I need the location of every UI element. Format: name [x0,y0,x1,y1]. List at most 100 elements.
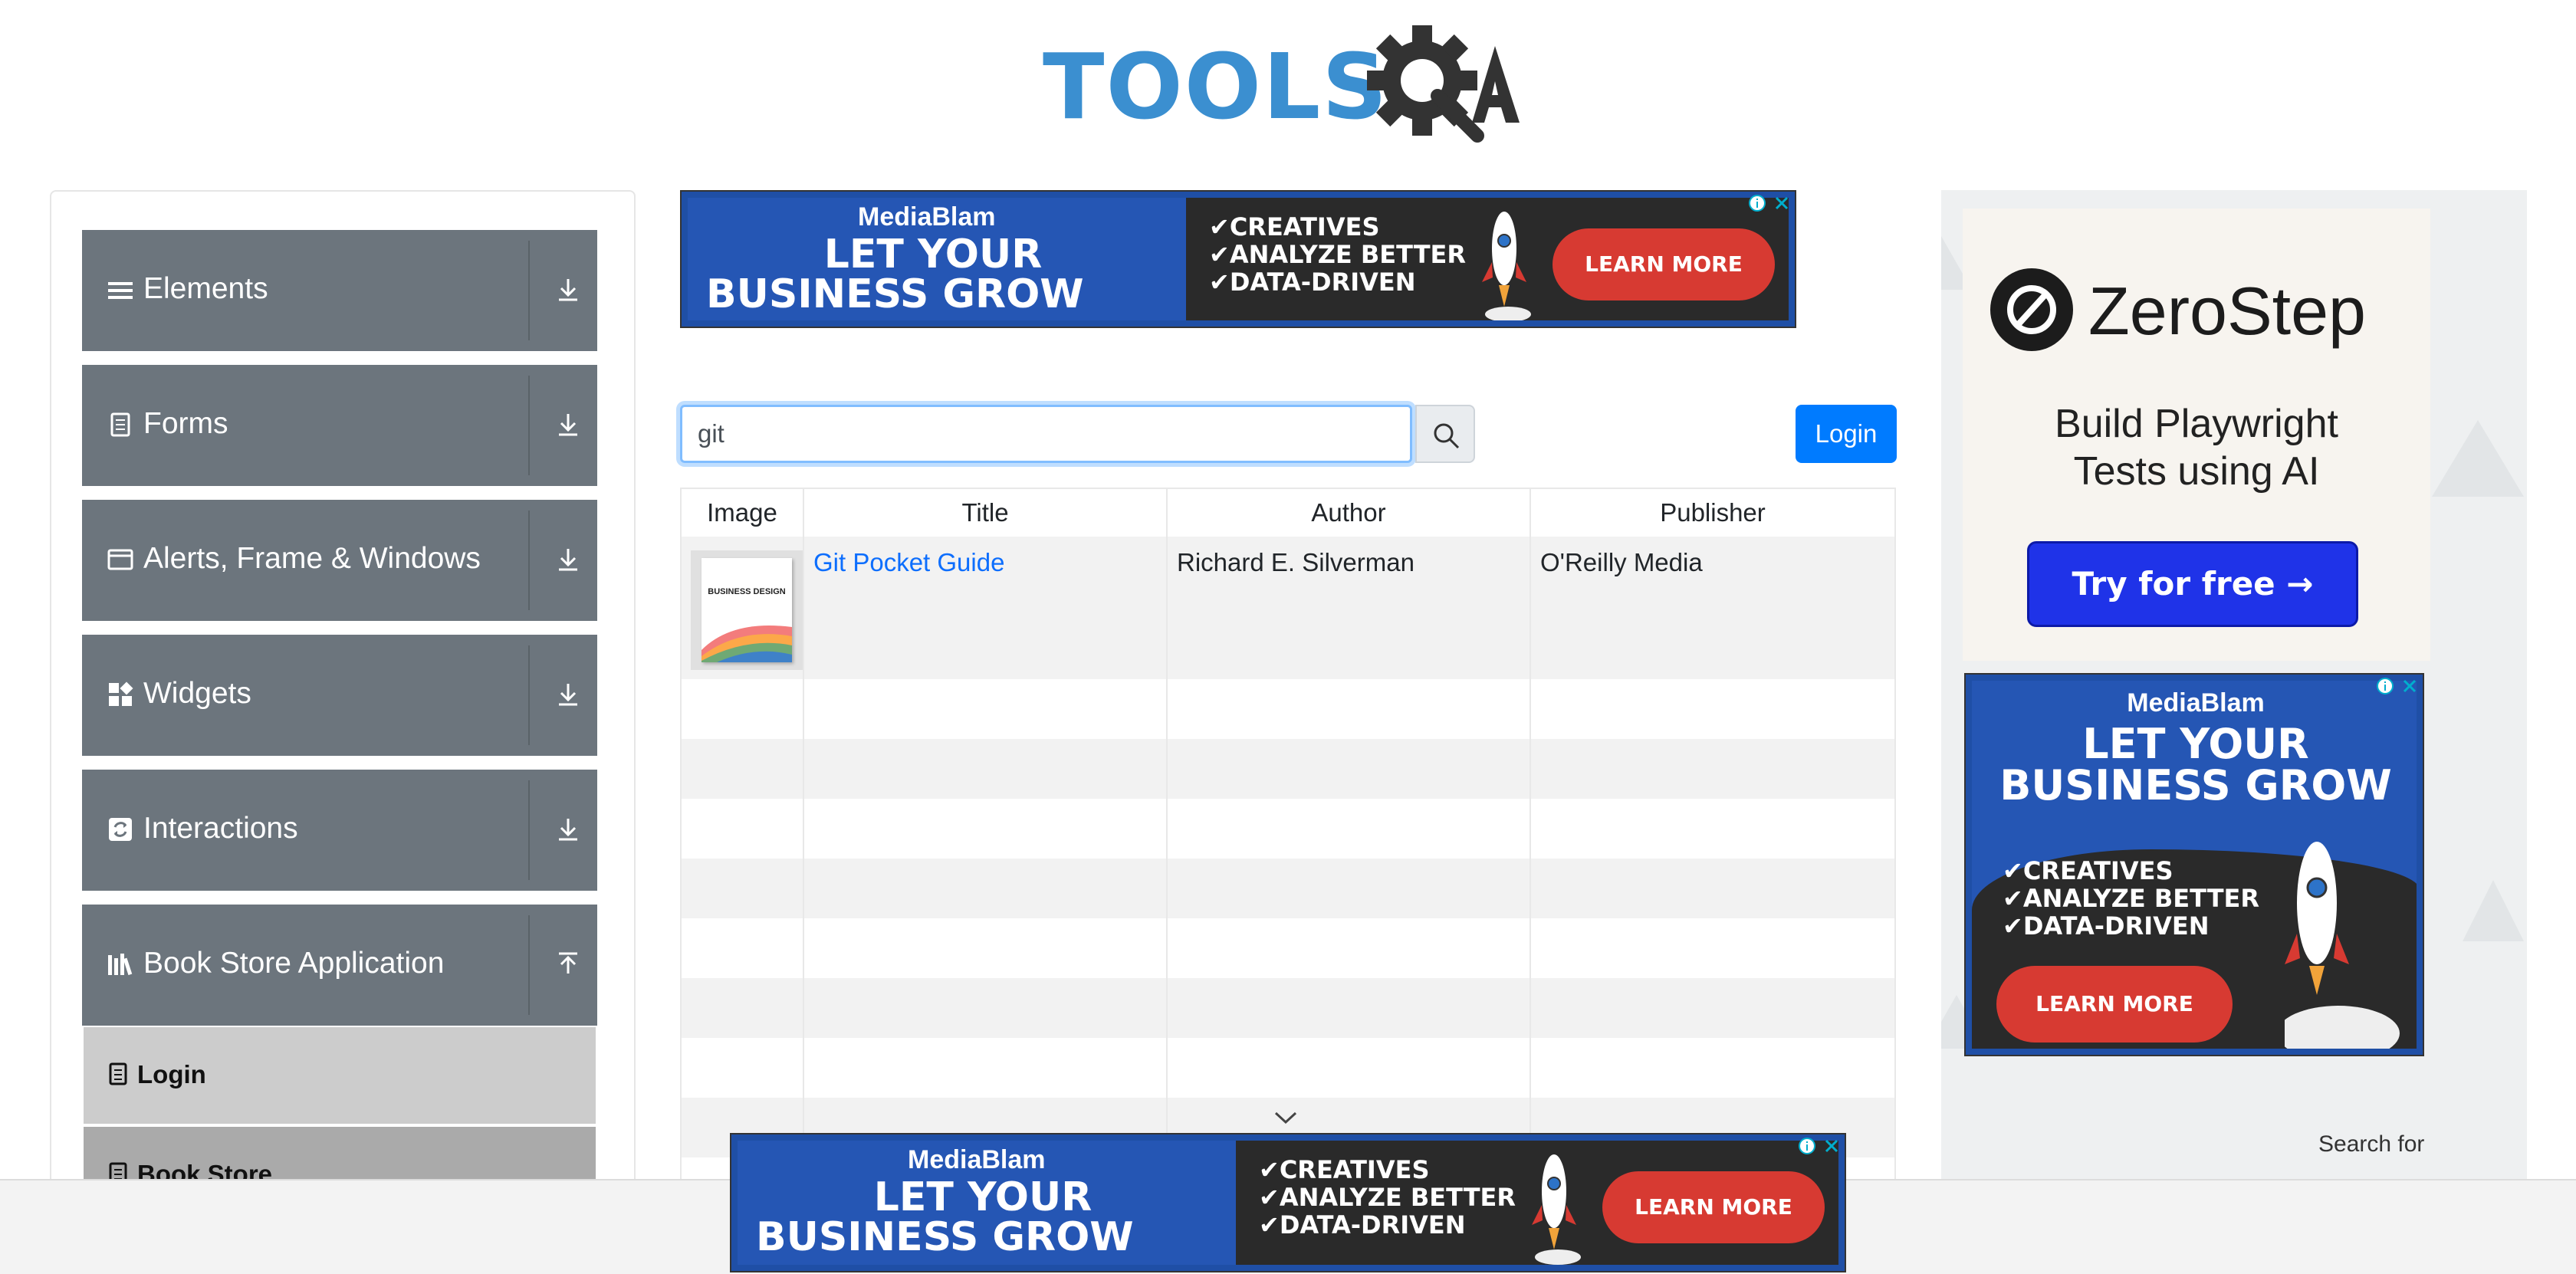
top-banner-ad[interactable]: MediaBlam LET YOUR BUSINESS GROW ✔CREATI… [680,190,1796,328]
ad-bullet: ✔DATA-DRIVEN [2003,911,2210,941]
download-arrow-icon [559,684,577,706]
zerostep-ad[interactable]: ZeroStep Build Playwright Tests using AI… [1963,209,2430,661]
ad-body: MediaBlam LET YOUR BUSINESS GROW ✔CREATI… [688,198,1789,320]
group-divider [528,780,530,880]
ad-close-icon[interactable] [1772,193,1792,213]
sidebar-group-label: Alerts, Frame & Windows [143,542,481,575]
sidebar-group-book-store-application[interactable]: Book Store Application [82,905,597,1026]
download-arrow-icon [559,279,577,301]
rocket-icon [2285,842,2400,1049]
ad-bullets: ✔CREATIVES ✔ANALYZE BETTER ✔DATA-DRIVEN [1259,1156,1516,1239]
sidebar-group-alerts-frame-windows[interactable]: Alerts, Frame & Windows [82,500,597,621]
ad-bullets: ✔CREATIVES ✔ANALYZE BETTER ✔DATA-DRIVEN [1209,213,1466,296]
ad-headline-1: LET YOUR [823,231,1043,277]
ad-learn-more-button[interactable]: LEARN MORE [1552,228,1775,300]
zerostep-tagline: Build Playwright Tests using AI [1963,400,2430,495]
column-header-author[interactable]: Author [1168,489,1531,537]
table-row-empty [682,978,1894,1038]
ad-close-icon[interactable] [1822,1136,1842,1156]
rocket-icon [1482,212,1531,320]
group-divider [528,915,530,1015]
ad-body: MediaBlam LET YOUR BUSINESS GROW ✔CREATI… [738,1141,1838,1265]
ad-brand: MediaBlam [908,1145,1046,1174]
download-arrow-icon [559,819,577,841]
group-divider [528,645,530,745]
zerostep-tagline-line: Tests using AI [2073,449,2320,494]
book-author-cell: Richard E. Silverman [1177,548,1414,576]
hamburger-icon [108,282,133,299]
ad-learn-more-button[interactable]: LEARN MORE [1602,1171,1825,1243]
ad-bullet: ✔ANALYZE BETTER [1259,1183,1516,1212]
download-arrow-icon [559,549,577,571]
table-row-empty [682,859,1894,918]
ad-info-icon[interactable] [1747,193,1767,213]
rocket-icon [1532,1154,1581,1265]
table-row: BUSINESS DESIGN Git Pocket Guide Richard… [682,537,1894,679]
widgets-icon [109,681,133,706]
toolsqa-logo[interactable]: TOOLS [1043,23,1541,143]
ad-learn-more-button[interactable]: LEARN MORE [1996,966,2233,1043]
sidebar-group-label: Widgets [143,677,251,710]
ad-headline-1: LET YOUR [873,1174,1092,1220]
login-button[interactable]: Login [1796,405,1897,463]
ad-bullet: ✔CREATIVES [1259,1155,1430,1184]
group-divider [528,241,530,340]
ad-bullet: ✔DATA-DRIVEN [1209,268,1416,297]
book-cover-text: BUSINESS DESIGN [708,587,786,596]
ad-close-icon[interactable] [2400,676,2420,696]
group-divider [528,511,530,610]
search-input[interactable] [680,405,1412,463]
ad-brand: MediaBlam [2127,688,2265,717]
ad-brand: MediaBlam [858,202,996,231]
table-row-empty [682,739,1894,799]
ad-info-icon[interactable] [1797,1136,1817,1156]
table-row-empty [682,799,1894,859]
zerostep-name: ZeroStep [2088,273,2366,349]
bottom-banner-ad[interactable]: MediaBlam LET YOUR BUSINESS GROW ✔CREATI… [730,1133,1846,1272]
cover-art-icon [702,626,792,662]
search-icon [1434,423,1460,449]
try-for-free-button[interactable]: Try for free → [2027,541,2358,627]
book-publisher-cell: O'Reilly Media [1540,548,1703,576]
search-button[interactable] [1415,405,1475,463]
sidebar-group-elements[interactable]: Elements [82,230,597,351]
sidebar-group-label: Forms [143,407,228,440]
column-header-title[interactable]: Title [804,489,1168,537]
document-icon [110,412,130,437]
gear-magnifier-icon [1367,25,1520,143]
sidebar-group-label: Elements [143,272,268,305]
left-panel: Elements Forms Alerts, Frame & Windows W… [50,190,636,1274]
sidebar-group-label: Book Store Application [143,947,445,980]
ad-bullet: ✔CREATIVES [2003,856,2174,885]
sidebar-group-widgets[interactable]: Widgets [82,635,597,756]
sidebar-group-forms[interactable]: Forms [82,365,597,486]
book-title-link[interactable]: Git Pocket Guide [813,548,1004,576]
ad-bullet: ✔DATA-DRIVEN [1259,1210,1466,1240]
sidebar-item-login[interactable]: Login [84,1027,596,1124]
zerostep-tagline-line: Build Playwright [2055,402,2338,446]
book-title-cell: Git Pocket Guide [813,546,1004,580]
logo-tools-text: TOOLS [1043,34,1389,140]
sidebar-group-label: Interactions [143,812,298,845]
book-cover-image: BUSINESS DESIGN [691,550,803,670]
search-for-label: Search for [2318,1131,2425,1157]
ad-bullet: ✔ANALYZE BETTER [2003,884,2260,913]
ad-bullet: ✔CREATIVES [1209,212,1380,241]
ad-body: MediaBlam LET YOUR BUSINESS GROW ✔CREATI… [1972,681,2417,1049]
side-square-ad[interactable]: MediaBlam LET YOUR BUSINESS GROW ✔CREATI… [1964,673,2424,1056]
column-header-image[interactable]: Image [682,489,804,537]
sidebar-item-label: Login [137,1060,206,1088]
table-row-empty [682,918,1894,978]
ad-bullets: ✔CREATIVES ✔ANALYZE BETTER ✔DATA-DRIVEN [2003,857,2259,940]
books-icon [108,954,133,976]
upload-arrow-icon [559,952,577,974]
window-icon [107,549,133,570]
column-header-publisher[interactable]: Publisher [1531,489,1894,537]
sidebar-group-interactions[interactable]: Interactions [82,770,597,891]
book-cover-page: BUSINESS DESIGN [702,558,792,662]
ad-info-icon[interactable] [2375,676,2395,696]
group-divider [528,376,530,475]
chevron-down-icon[interactable] [1273,1110,1299,1125]
ad-headline-2: BUSINESS GROW [1999,761,2392,809]
ad-headline-2: BUSINESS GROW [756,1214,1134,1260]
